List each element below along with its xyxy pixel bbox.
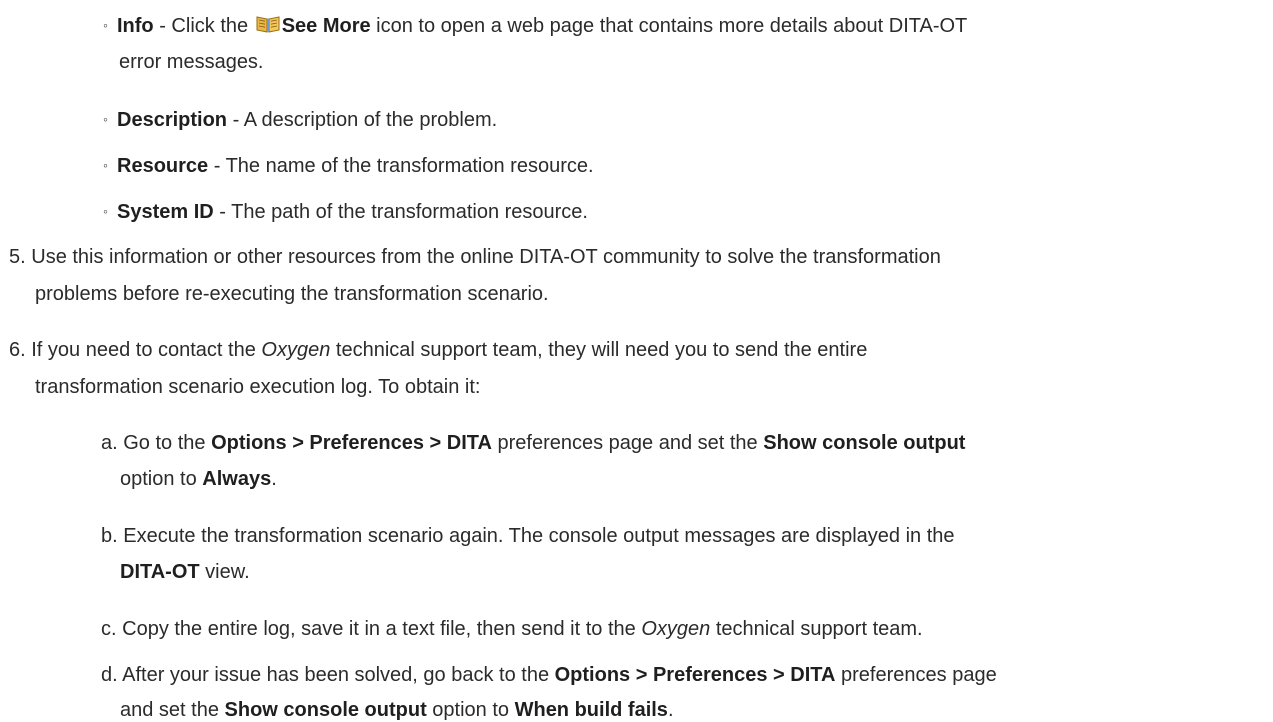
step-6-cont: transformation scenario execution log. T… (35, 376, 481, 398)
list-item-system-id: ◦ System ID - The path of the transformat… (103, 201, 588, 223)
option-value: When build fails (514, 699, 668, 721)
menu-path: Options > Preferences > DITA (211, 432, 492, 454)
bullet-marker: ◦ (103, 111, 108, 127)
bullet-marker: ◦ (103, 157, 108, 173)
list-item-info-cont: error messages. (119, 51, 264, 73)
substep-b-cont: DITA-OT view. (120, 561, 250, 583)
substep-b: b. Execute the transformation scenario a… (101, 525, 955, 547)
substep-d-cont: and set the Show console output option t… (120, 699, 674, 721)
book-icon (256, 15, 280, 33)
bullet-marker: ◦ (103, 17, 108, 33)
step-number: 6. (9, 339, 26, 361)
substep-marker: a. (101, 432, 118, 454)
step-number: 5. (9, 246, 26, 268)
substep-marker: d. (101, 664, 118, 686)
list-item-resource: ◦ Resource - The name of the transformati… (103, 155, 594, 177)
menu-path: Options > Preferences > DITA (554, 664, 836, 686)
option-value: Always (202, 468, 272, 490)
step-6: 6. If you need to contact the Oxygen tec… (9, 339, 868, 361)
substep-a: a. Go to the Options > Preferences > DIT… (101, 432, 966, 454)
view-name: DITA-OT (120, 561, 200, 583)
option-name: Show console output (224, 699, 427, 721)
substep-marker: b. (101, 525, 118, 547)
step-5-cont: problems before re-executing the transfo… (35, 283, 549, 305)
step-5: 5. Use this information or other resourc… (9, 246, 941, 268)
substep-d: d. After your issue has been solved, go … (101, 664, 997, 686)
substep-a-cont: option to Always. (120, 468, 277, 490)
option-name: Show console output (763, 432, 966, 454)
list-item-info: ◦ Info - Click the See More icon to open … (103, 15, 968, 37)
list-item-description: ◦ Description - A description of the prob… (103, 109, 498, 131)
substep-marker: c. (101, 618, 117, 640)
bullet-marker: ◦ (103, 203, 108, 219)
substep-c: c. Copy the entire log, save it in a tex… (101, 618, 923, 640)
